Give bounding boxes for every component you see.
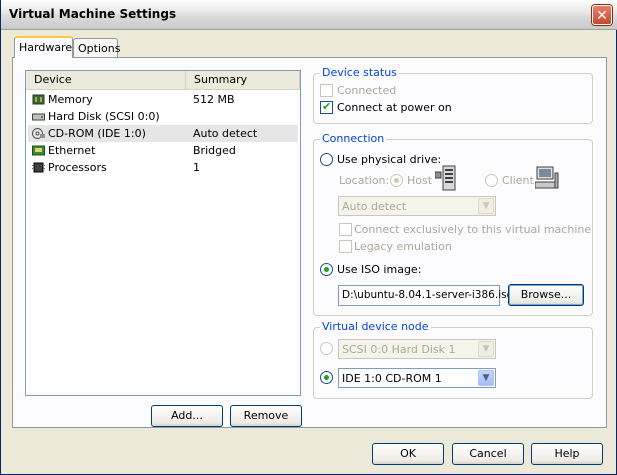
device-name: CD-ROM (IDE 1:0)	[48, 127, 146, 140]
use-iso-image-radio[interactable]	[320, 263, 333, 276]
memory-icon	[32, 94, 45, 105]
host-computer-icon	[435, 165, 456, 191]
window-title: Virtual Machine Settings	[9, 7, 177, 21]
location-label: Location:	[339, 174, 390, 187]
ide-node-radio[interactable]	[320, 371, 333, 384]
chevron-down-icon[interactable]: ▼	[478, 341, 494, 357]
connect-exclusively-label: Connect exclusively to this virtual mach…	[354, 223, 592, 236]
device-row-ethernet[interactable]: Ethernet Bridged	[28, 142, 298, 159]
checkmark-icon: ✔	[322, 100, 332, 113]
title-bar[interactable]: Virtual Machine Settings ✕	[1, 0, 617, 30]
client-computer-icon	[535, 166, 559, 189]
ide-node-select[interactable]: IDE 1:0 CD-ROM 1 ▼	[338, 368, 496, 388]
device-summary: 1	[193, 161, 200, 174]
remove-button[interactable]: Remove	[230, 405, 302, 427]
ok-button[interactable]: OK	[372, 443, 444, 465]
device-list[interactable]: Device Summary Memory 512 MB Hard Disk (…	[25, 70, 301, 396]
iso-path-input[interactable]: D:\ubuntu-8.04.1-server-i386.iso	[338, 285, 513, 306]
host-radio[interactable]	[390, 174, 403, 187]
use-physical-drive-radio[interactable]	[320, 153, 333, 166]
help-button[interactable]: Help	[531, 443, 603, 465]
chevron-down-icon[interactable]: ▼	[478, 198, 494, 214]
physical-drive-select[interactable]: Auto detect ▼	[338, 196, 496, 216]
tab-options[interactable]: Options	[73, 38, 120, 58]
device-summary: 512 MB	[193, 93, 235, 106]
device-status-group: Device status	[313, 66, 593, 124]
device-row-cdrom[interactable]: CD-ROM (IDE 1:0) Auto detect	[28, 125, 298, 142]
device-row-memory[interactable]: Memory 512 MB	[28, 91, 298, 108]
device-row-hard-disk[interactable]: Hard Disk (SCSI 0:0)	[28, 108, 298, 125]
client-radio[interactable]	[485, 174, 498, 187]
virtual-device-node-group: Virtual device node	[313, 320, 593, 399]
connect-at-power-on-label: Connect at power on	[337, 101, 452, 114]
add-button[interactable]: Add...	[151, 405, 223, 427]
connection-title: Connection	[320, 132, 387, 145]
client-label: Client	[502, 174, 534, 187]
scsi-node-radio[interactable]	[320, 342, 333, 355]
connected-checkbox[interactable]	[320, 84, 333, 97]
host-label: Host	[407, 174, 433, 187]
device-list-header: Device Summary	[26, 71, 300, 90]
use-iso-image-label: Use ISO image:	[337, 263, 422, 276]
device-row-processors[interactable]: Processors 1	[28, 159, 298, 176]
tab-hardware[interactable]: Hardware	[14, 36, 73, 58]
connect-exclusively-checkbox[interactable]	[339, 223, 352, 236]
close-icon[interactable]: ✕	[592, 5, 612, 25]
column-header-summary[interactable]: Summary	[186, 71, 300, 89]
device-name: Ethernet	[48, 144, 96, 157]
browse-button[interactable]: Browse...	[508, 284, 584, 306]
virtual-device-node-title: Virtual device node	[320, 320, 431, 333]
device-status-title: Device status	[320, 66, 399, 79]
column-header-device[interactable]: Device	[26, 71, 186, 89]
scsi-node-select[interactable]: SCSI 0:0 Hard Disk 1 ▼	[338, 339, 496, 359]
device-summary: Bridged	[193, 144, 236, 157]
ide-node-value: IDE 1:0 CD-ROM 1	[342, 372, 442, 385]
connect-at-power-on-checkbox[interactable]: ✔	[320, 100, 333, 114]
virtual-machine-settings-dialog: Virtual Machine Settings ✕ Hardware Opti…	[0, 0, 617, 475]
ethernet-icon	[32, 145, 45, 156]
connected-label: Connected	[337, 84, 397, 97]
legacy-emulation-checkbox[interactable]	[339, 240, 352, 253]
device-name: Hard Disk (SCSI 0:0)	[48, 110, 160, 123]
device-name: Memory	[48, 93, 93, 106]
cancel-button[interactable]: Cancel	[452, 443, 524, 465]
legacy-emulation-label: Legacy emulation	[354, 240, 452, 253]
processor-icon	[32, 162, 45, 173]
device-name: Processors	[48, 161, 107, 174]
cdrom-icon	[32, 128, 45, 139]
scsi-node-value: SCSI 0:0 Hard Disk 1	[342, 343, 456, 356]
hard-disk-icon	[32, 113, 45, 121]
device-summary: Auto detect	[193, 127, 258, 140]
chevron-down-icon[interactable]: ▼	[478, 370, 494, 386]
iso-path-value: D:\ubuntu-8.04.1-server-i386.iso	[342, 289, 513, 301]
use-physical-drive-label: Use physical drive:	[337, 153, 442, 166]
physical-drive-value: Auto detect	[342, 200, 407, 213]
